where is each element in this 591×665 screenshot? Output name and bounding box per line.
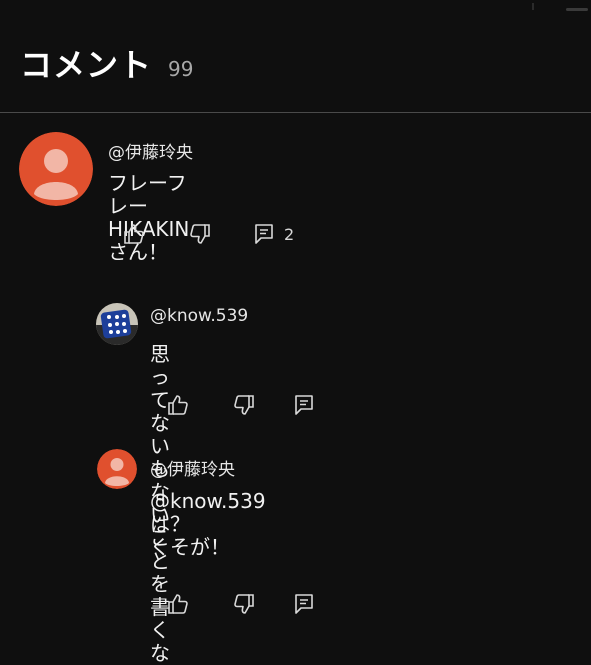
comment-author[interactable]: @伊藤玲央 [108, 138, 193, 163]
default-avatar-icon [97, 449, 137, 489]
thumbs-up-icon [168, 594, 188, 614]
comments-count: 99 [168, 57, 194, 81]
header-divider [0, 112, 591, 113]
like-button[interactable] [122, 222, 146, 246]
avatar[interactable] [97, 449, 137, 489]
comment-icon [255, 224, 273, 244]
thumbs-down-icon [234, 594, 254, 614]
thumbs-up-icon [168, 395, 188, 415]
thumbs-up-icon [124, 224, 144, 244]
comments-title: コメント [20, 46, 153, 84]
avatar[interactable] [19, 132, 93, 206]
comment-icon [295, 395, 313, 415]
default-avatar-icon [19, 132, 93, 206]
like-button[interactable] [166, 592, 190, 616]
dislike-button[interactable] [188, 222, 212, 246]
dice-avatar-icon [96, 303, 138, 345]
thumbs-down-icon [190, 224, 210, 244]
comment-icon [295, 594, 313, 614]
reply-actions [166, 393, 316, 417]
dislike-button[interactable] [232, 393, 256, 417]
reply-button[interactable] [292, 592, 316, 616]
reply-actions [166, 592, 316, 616]
reply-author[interactable]: @know.539 [150, 306, 248, 326]
top-marker [532, 3, 534, 10]
comment-text: フレーフレーHIKAKINさん！ [108, 171, 190, 264]
sheet-top-bar [0, 0, 591, 11]
reply-text: @know.539 は？ くそが！ [150, 489, 266, 559]
dislike-button[interactable] [232, 592, 256, 616]
avatar[interactable] [96, 303, 138, 345]
drag-handle[interactable] [566, 8, 588, 11]
reply-author[interactable]: @伊藤玲央 [150, 455, 235, 480]
comment-actions: 2 [122, 222, 294, 246]
reply-button[interactable] [292, 393, 316, 417]
reply-count: 2 [284, 224, 295, 244]
like-button[interactable] [166, 393, 190, 417]
reply-button[interactable]: 2 [252, 222, 294, 246]
thumbs-down-icon [234, 395, 254, 415]
comments-header: コメント 99 [20, 40, 193, 86]
